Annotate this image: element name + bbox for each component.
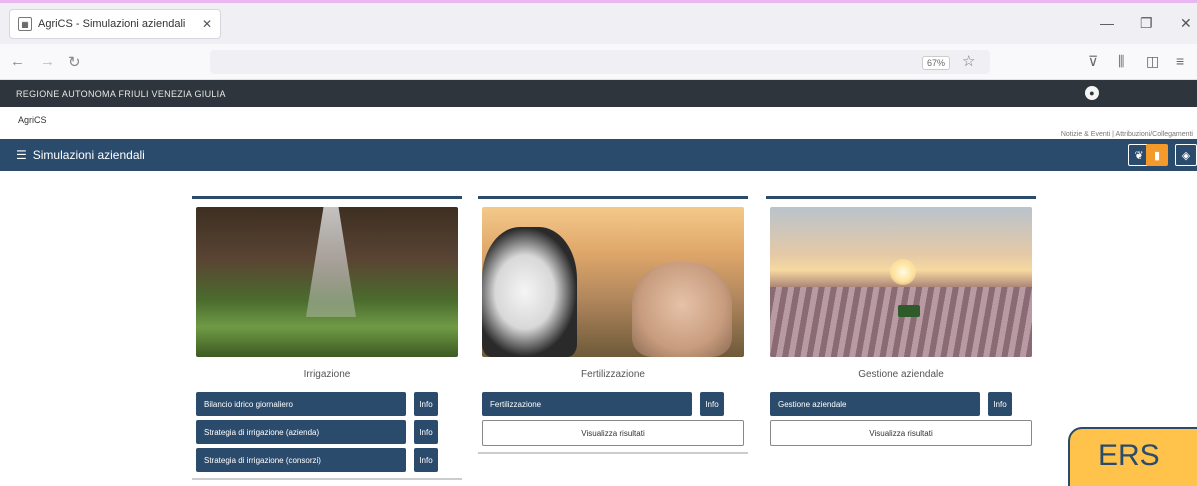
field-harvest-image xyxy=(770,207,1032,357)
strategia-azienda-button[interactable]: Strategia di irrigazione (azienda) xyxy=(196,420,406,444)
layers-icon[interactable]: ◈ xyxy=(1175,144,1197,166)
card-title: Gestione aziendale xyxy=(858,369,944,380)
pocket-icon[interactable]: ⊽ xyxy=(1088,53,1098,70)
view-results-button[interactable]: Visualizza risultati xyxy=(770,420,1032,446)
close-window-icon[interactable]: ✕ xyxy=(1180,15,1192,32)
url-bar[interactable] xyxy=(210,50,990,74)
info-button[interactable]: Info xyxy=(988,392,1012,416)
tab-title: AgriCS - Simulazioni aziendali xyxy=(38,18,186,30)
logo-row: AgriCS Notizie & Eventi | Attribuzioni/C… xyxy=(0,107,1197,139)
info-button[interactable]: Info xyxy=(414,448,438,472)
irrigation-image xyxy=(196,207,458,357)
card-irrigazione: Irrigazione Bilancio idrico giornaliero … xyxy=(192,196,462,480)
card-title: Irrigazione xyxy=(303,369,351,380)
region-name: REGIONE AUTONOMA FRIULI VENEZIA GIULIA xyxy=(16,88,226,99)
sidebar-icon[interactable]: ◫ xyxy=(1146,53,1159,70)
card-title: Fertilizzazione xyxy=(581,369,645,380)
card-top-line xyxy=(478,196,748,199)
user-icon[interactable]: ● xyxy=(1085,86,1099,100)
view-results-button[interactable]: Visualizza risultati xyxy=(482,420,744,446)
bookmark-star-icon[interactable]: ☆ xyxy=(962,52,975,70)
forward-icon[interactable]: → xyxy=(40,53,55,70)
card-bottom-line xyxy=(192,478,462,480)
site-favicon-icon: ▦ xyxy=(18,17,32,31)
top-links[interactable]: Notizie & Eventi | Attribuzioni/Collegam… xyxy=(1061,131,1193,138)
region-header: REGIONE AUTONOMA FRIULI VENEZIA GIULIA ● xyxy=(0,80,1197,107)
maximize-icon[interactable]: ❐ xyxy=(1140,15,1153,32)
ers-badge: ERS xyxy=(1068,427,1197,486)
reload-icon[interactable]: ↻ xyxy=(68,53,81,71)
menu-icon[interactable]: ≡ xyxy=(1176,53,1184,69)
chart-bars-icon[interactable]: ▮ xyxy=(1146,144,1168,166)
strategia-consorzi-button[interactable]: Strategia di irrigazione (consorzi) xyxy=(196,448,406,472)
card-top-line xyxy=(766,196,1036,199)
card-bottom-line xyxy=(478,452,748,454)
fertilizzazione-button[interactable]: Fertilizzazione xyxy=(482,392,692,416)
card-gestione-aziendale: Gestione aziendale Gestione aziendale In… xyxy=(766,196,1036,446)
site-logo[interactable]: AgriCS xyxy=(18,115,47,125)
info-button[interactable]: Info xyxy=(700,392,724,416)
close-tab-icon[interactable]: ✕ xyxy=(202,17,212,31)
back-icon[interactable]: ← xyxy=(10,53,25,70)
info-button[interactable]: Info xyxy=(414,420,438,444)
browser-navbar: ← → ↻ 67% ☆ ⊽ ⫼ ◫ ≡ xyxy=(0,44,1197,80)
browser-tabstrip: ▦ AgriCS - Simulazioni aziendali ✕ — ❐ ✕ xyxy=(0,0,1197,44)
bilancio-idrico-button[interactable]: Bilancio idrico giornaliero xyxy=(196,392,406,416)
hamburger-menu-icon[interactable]: ☰ xyxy=(16,148,27,162)
library-icon[interactable]: ⫼ xyxy=(1118,53,1124,70)
browser-tab[interactable]: ▦ AgriCS - Simulazioni aziendali ✕ xyxy=(9,9,221,39)
page-title-bar: ☰ Simulazioni aziendali ❦ ▮ ◈ xyxy=(0,139,1197,171)
card-fertilizzazione: Fertilizzazione Fertilizzazione Info Vis… xyxy=(478,196,748,454)
gestione-aziendale-button[interactable]: Gestione aziendale xyxy=(770,392,980,416)
zoom-level[interactable]: 67% xyxy=(922,56,951,70)
card-top-line xyxy=(192,196,462,199)
minimize-icon[interactable]: — xyxy=(1100,15,1114,31)
cows-image xyxy=(482,207,744,357)
info-button[interactable]: Info xyxy=(414,392,438,416)
page-title: Simulazioni aziendali xyxy=(32,148,145,162)
